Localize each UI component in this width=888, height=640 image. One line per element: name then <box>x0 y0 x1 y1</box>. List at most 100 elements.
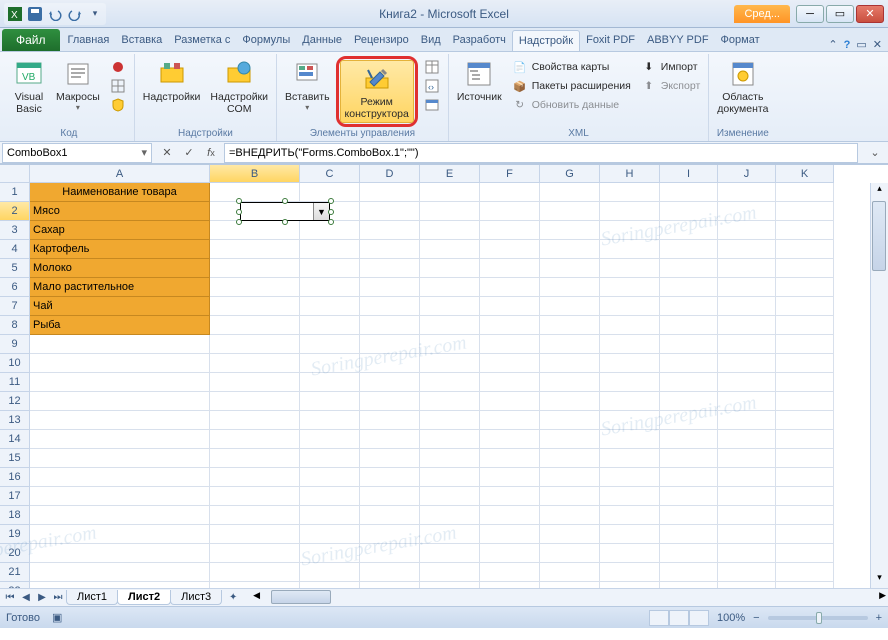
cell[interactable] <box>660 449 718 468</box>
cell[interactable] <box>776 506 834 525</box>
cell[interactable] <box>360 449 420 468</box>
cell[interactable] <box>540 297 600 316</box>
cell[interactable] <box>420 449 480 468</box>
cell[interactable] <box>360 411 420 430</box>
cell[interactable] <box>540 240 600 259</box>
normal-view-button[interactable] <box>649 610 669 626</box>
cell[interactable] <box>210 297 300 316</box>
row-header[interactable]: 12 <box>0 392 30 411</box>
minimize-ribbon-icon[interactable]: ⌃ <box>828 38 837 51</box>
column-header[interactable]: H <box>600 165 660 183</box>
select-all-corner[interactable] <box>0 165 30 183</box>
ribbon-tab[interactable]: Главная <box>62 30 116 51</box>
cell[interactable] <box>420 183 480 202</box>
cell[interactable] <box>300 354 360 373</box>
name-box[interactable]: ComboBox1 ▾ <box>2 143 152 163</box>
cell[interactable] <box>30 487 210 506</box>
cell[interactable] <box>776 183 834 202</box>
column-header[interactable]: J <box>718 165 776 183</box>
map-properties-button[interactable]: 📄Свойства карты <box>508 58 635 76</box>
cell[interactable] <box>660 487 718 506</box>
cell[interactable] <box>600 183 660 202</box>
cell[interactable] <box>300 297 360 316</box>
cell[interactable] <box>660 411 718 430</box>
cell[interactable]: Мало растительное <box>30 278 210 297</box>
cell[interactable] <box>420 278 480 297</box>
cell[interactable] <box>360 202 420 221</box>
cell[interactable] <box>600 259 660 278</box>
cell[interactable] <box>776 221 834 240</box>
cell[interactable] <box>540 259 600 278</box>
cell[interactable] <box>420 297 480 316</box>
cell[interactable] <box>420 259 480 278</box>
cell[interactable] <box>540 183 600 202</box>
cell[interactable] <box>660 278 718 297</box>
cell[interactable] <box>718 525 776 544</box>
import-button[interactable]: ⬇Импорт <box>637 58 704 76</box>
cell[interactable] <box>300 430 360 449</box>
close-button[interactable]: ✕ <box>856 5 884 23</box>
cell[interactable] <box>480 335 540 354</box>
cell[interactable] <box>300 259 360 278</box>
cell[interactable] <box>480 449 540 468</box>
cell[interactable] <box>540 411 600 430</box>
cell[interactable] <box>776 297 834 316</box>
cell[interactable] <box>480 373 540 392</box>
cell[interactable] <box>660 259 718 278</box>
cell[interactable] <box>210 487 300 506</box>
cell[interactable] <box>420 392 480 411</box>
cell[interactable] <box>540 373 600 392</box>
macro-record-status-icon[interactable]: ▣ <box>52 611 62 624</box>
cell[interactable] <box>210 373 300 392</box>
zoom-slider[interactable] <box>768 616 868 620</box>
cell[interactable] <box>30 335 210 354</box>
column-header[interactable]: D <box>360 165 420 183</box>
cell[interactable] <box>540 468 600 487</box>
cell[interactable] <box>776 449 834 468</box>
cell[interactable] <box>480 278 540 297</box>
column-header[interactable]: E <box>420 165 480 183</box>
column-header[interactable]: F <box>480 165 540 183</box>
cell[interactable] <box>540 316 600 335</box>
cell[interactable] <box>718 278 776 297</box>
cell[interactable] <box>660 392 718 411</box>
cell[interactable] <box>30 430 210 449</box>
export-button[interactable]: ⬆Экспорт <box>637 77 704 95</box>
cell[interactable] <box>718 392 776 411</box>
cell[interactable] <box>480 240 540 259</box>
sheet-nav-prev-icon[interactable]: ◀ <box>18 590 34 606</box>
cell[interactable] <box>540 221 600 240</box>
cell[interactable] <box>660 297 718 316</box>
cell[interactable] <box>540 563 600 582</box>
cell[interactable] <box>776 240 834 259</box>
cell[interactable] <box>600 506 660 525</box>
row-header[interactable]: 3 <box>0 221 30 240</box>
cell[interactable] <box>30 392 210 411</box>
help-icon[interactable]: ? <box>844 39 851 51</box>
cell[interactable] <box>718 183 776 202</box>
doc-close-icon[interactable]: ✕ <box>873 38 882 51</box>
cell[interactable] <box>600 354 660 373</box>
row-header[interactable]: 14 <box>0 430 30 449</box>
cell[interactable] <box>660 544 718 563</box>
cell[interactable] <box>718 563 776 582</box>
ribbon-tab[interactable]: ABBYY PDF <box>641 30 715 51</box>
cell[interactable] <box>210 278 300 297</box>
combobox-arrow-icon[interactable]: ▼ <box>313 203 329 220</box>
cell[interactable] <box>360 373 420 392</box>
properties-button[interactable] <box>420 58 444 76</box>
page-layout-view-button[interactable] <box>669 610 689 626</box>
cell[interactable] <box>480 221 540 240</box>
source-button[interactable]: Источник <box>453 56 506 105</box>
cell[interactable] <box>300 392 360 411</box>
cell[interactable] <box>210 525 300 544</box>
cell[interactable] <box>360 240 420 259</box>
cell[interactable] <box>718 506 776 525</box>
record-macro-button[interactable] <box>106 58 130 76</box>
row-header[interactable]: 17 <box>0 487 30 506</box>
cell[interactable] <box>420 430 480 449</box>
cell[interactable] <box>420 354 480 373</box>
cell[interactable] <box>718 411 776 430</box>
ribbon-tab[interactable]: Рецензиро <box>348 30 415 51</box>
expand-formula-icon[interactable]: ⌄ <box>866 144 884 162</box>
